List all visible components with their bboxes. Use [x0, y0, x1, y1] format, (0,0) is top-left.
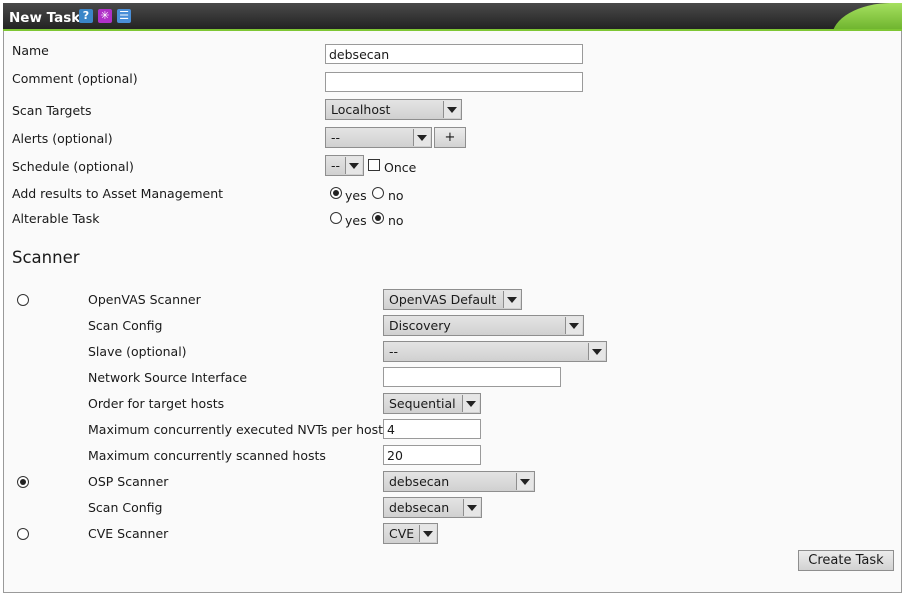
wizard-icon[interactable]: ✳ [98, 9, 112, 23]
order-label: Order for target hosts [88, 396, 225, 411]
cve-scanner-radio[interactable] [17, 528, 29, 540]
asset-mgmt-yes-radio[interactable] [330, 187, 342, 199]
order-select[interactable]: Sequential [383, 393, 481, 414]
title-bar: New Task ? ✳ ☰ [3, 3, 902, 31]
once-checkbox[interactable] [368, 159, 380, 171]
comment-label: Comment (optional) [12, 71, 138, 86]
alterable-no-label: no [388, 213, 404, 228]
scanner-heading: Scanner [12, 248, 80, 267]
cve-scanner-label: CVE Scanner [88, 526, 169, 541]
nsi-input[interactable] [383, 367, 561, 387]
openvas-scan-config-label: Scan Config [88, 318, 163, 333]
chevron-down-icon [588, 343, 605, 360]
order-value: Sequential [389, 396, 456, 411]
osp-scanner-value: debsecan [389, 474, 450, 489]
alterable-yes-radio[interactable] [330, 212, 342, 224]
schedule-select[interactable]: -- [325, 155, 364, 176]
osp-scanner-radio[interactable] [17, 476, 29, 488]
osp-scan-config-select[interactable]: debsecan [383, 497, 482, 518]
chevron-down-icon [462, 395, 479, 412]
alerts-label: Alerts (optional) [12, 131, 113, 146]
cve-scanner-value: CVE [389, 526, 415, 541]
chevron-down-icon [413, 129, 430, 146]
create-task-button[interactable]: Create Task [798, 550, 894, 571]
schedule-label: Schedule (optional) [12, 159, 134, 174]
asset-mgmt-yes-label: yes [345, 188, 367, 203]
nsi-label: Network Source Interface [88, 370, 248, 385]
openvas-scanner-radio[interactable] [17, 294, 29, 306]
openvas-scan-config-select[interactable]: Discovery [383, 315, 584, 336]
add-alert-button[interactable]: + [434, 127, 466, 148]
scan-targets-select[interactable]: Localhost [325, 99, 462, 120]
slave-label: Slave (optional) [88, 344, 187, 359]
scan-targets-label: Scan Targets [12, 103, 92, 118]
help-icon[interactable]: ? [79, 9, 93, 23]
osp-scan-config-label: Scan Config [88, 500, 163, 515]
max-hosts-label: Maximum concurrently scanned hosts [88, 448, 326, 463]
chevron-down-icon [419, 525, 436, 542]
osp-scanner-label: OSP Scanner [88, 474, 169, 489]
slave-select[interactable]: -- [383, 341, 607, 362]
chevron-down-icon [345, 157, 362, 174]
max-nvts-label: Maximum concurrently executed NVTs per h… [88, 422, 384, 437]
alerts-select[interactable]: -- [325, 127, 432, 148]
dialog-title: New Task [9, 10, 81, 26]
max-hosts-input[interactable]: 20 [383, 445, 481, 465]
chevron-down-icon [463, 499, 480, 516]
alerts-value: -- [331, 130, 341, 145]
openvas-scan-config-value: Discovery [389, 318, 451, 333]
max-nvts-input[interactable]: 4 [383, 419, 481, 439]
chevron-down-icon [516, 473, 533, 490]
openvas-scanner-select[interactable]: OpenVAS Default [383, 289, 522, 310]
asset-mgmt-label: Add results to Asset Management [12, 186, 224, 201]
alterable-no-radio[interactable] [372, 212, 384, 224]
scan-targets-value: Localhost [331, 102, 391, 117]
openvas-scanner-value: OpenVAS Default [389, 292, 497, 307]
name-input[interactable]: debsecan [325, 44, 583, 64]
name-label: Name [12, 43, 49, 58]
title-bar-swoosh [832, 3, 902, 29]
chevron-down-icon [443, 101, 460, 118]
chevron-down-icon [565, 317, 582, 334]
cve-scanner-select[interactable]: CVE [383, 523, 438, 544]
comment-input[interactable] [325, 72, 583, 92]
asset-mgmt-no-label: no [388, 188, 404, 203]
alterable-label: Alterable Task [12, 211, 100, 226]
once-label: Once [384, 160, 417, 175]
openvas-scanner-label: OpenVAS Scanner [88, 292, 201, 307]
list-icon[interactable]: ☰ [117, 9, 131, 23]
alterable-yes-label: yes [345, 213, 367, 228]
schedule-value: -- [331, 158, 341, 173]
chevron-down-icon [503, 291, 520, 308]
slave-value: -- [389, 344, 399, 359]
asset-mgmt-no-radio[interactable] [372, 187, 384, 199]
osp-scanner-select[interactable]: debsecan [383, 471, 535, 492]
osp-scan-config-value: debsecan [389, 500, 450, 515]
